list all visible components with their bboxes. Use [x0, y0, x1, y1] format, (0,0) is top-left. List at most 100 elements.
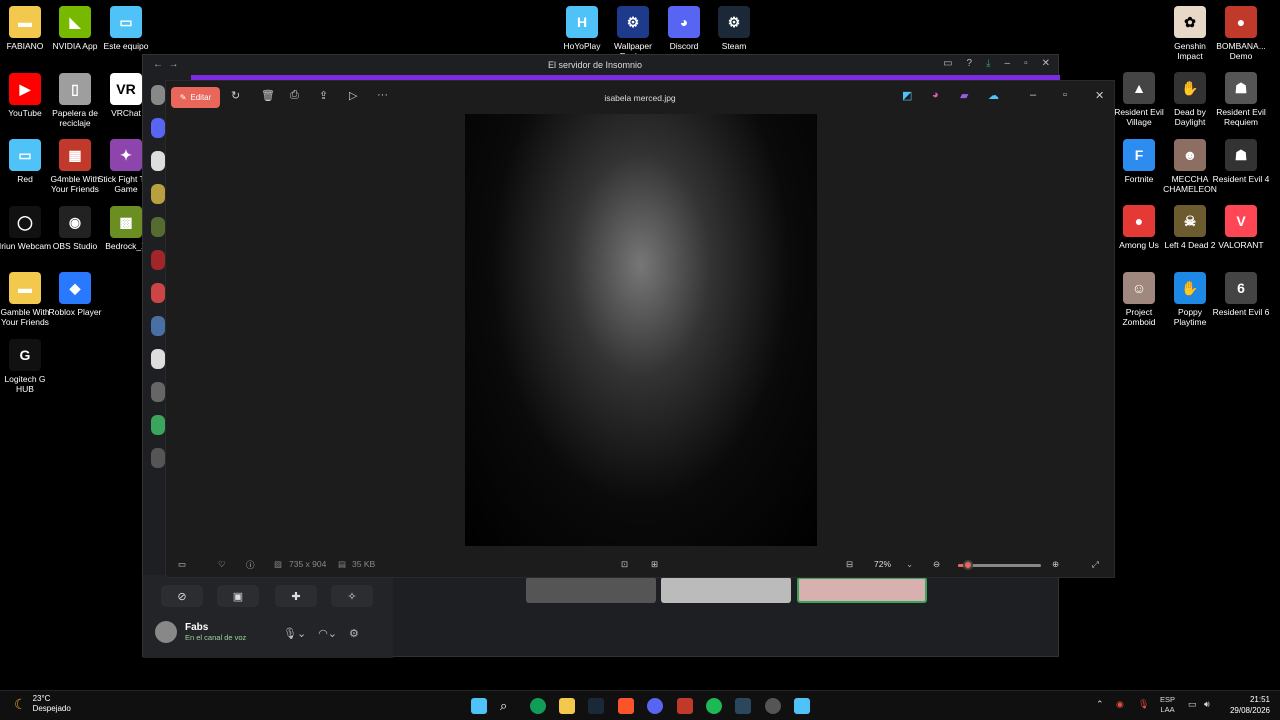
maximize-icon[interactable]: ▫	[1024, 58, 1028, 69]
app-icon: ✋	[1174, 72, 1206, 104]
desktop-icon[interactable]: ☗ Resident Evil Requiem	[1212, 72, 1270, 127]
desktop-icon[interactable]: ⚙ Steam	[705, 6, 763, 51]
screen-share-button[interactable]: ▣	[217, 585, 259, 607]
steam-icon[interactable]	[735, 698, 751, 714]
desktop-icon[interactable]: ◉ OBS Studio	[46, 205, 104, 251]
zoom-level[interactable]: 72%	[874, 559, 891, 569]
start-icon[interactable]	[471, 698, 487, 714]
file-size: 35 KB	[352, 559, 376, 569]
desktop-icon[interactable]: F Fortnite	[1110, 138, 1168, 184]
soundboard-button[interactable]: ✧	[331, 585, 373, 607]
desktop-icon[interactable]: ☺ Project Zomboid	[1110, 271, 1168, 327]
app-icon[interactable]	[677, 698, 693, 714]
desktop-icon[interactable]: ✋ Dead by Daylight	[1161, 72, 1219, 127]
close-icon[interactable]: ✕	[1095, 89, 1104, 102]
minimize-icon[interactable]: –	[1030, 89, 1036, 101]
desktop-icon[interactable]: ◣ NVIDIA App	[46, 6, 104, 51]
settings-gear-icon[interactable]: ⚙	[349, 627, 359, 640]
favorite-heart-icon[interactable]: ♡	[218, 559, 226, 570]
server-icon[interactable]	[151, 184, 165, 204]
clipchamp-icon[interactable]: ▰	[960, 89, 968, 102]
server-icon[interactable]	[151, 85, 165, 105]
discord-icon[interactable]	[647, 698, 663, 714]
server-icon[interactable]	[151, 448, 165, 468]
desktop-icon[interactable]: ▦ G4mble With Your Friends	[46, 139, 104, 194]
stream-thumbnail[interactable]	[797, 577, 927, 603]
desktop-icon[interactable]: G Logitech G HUB	[0, 338, 54, 394]
file-explorer-icon[interactable]	[559, 698, 575, 714]
desktop-icon[interactable]: 6 Resident Evil 6	[1212, 271, 1270, 317]
user-panel[interactable]: Fabs En el canal de voz	[155, 621, 246, 643]
fit-to-window-icon[interactable]: ⊟	[846, 559, 853, 570]
photos-icon[interactable]	[794, 698, 810, 714]
camera-off-button[interactable]: ⊘	[161, 585, 203, 607]
obs-icon[interactable]	[765, 698, 781, 714]
server-icon[interactable]	[151, 382, 165, 402]
chevron-up-icon[interactable]: ⌃	[1096, 699, 1104, 710]
server-icon[interactable]	[151, 217, 165, 237]
microphone-icon[interactable]: 🎙︎	[1138, 699, 1149, 710]
photos-statusbar: ▭ ♡ ⓘ ▨ 735 x 904 ▤ 35 KB ⊡ ⊞ ⊟ 72% ⌄ ⊖ …	[166, 551, 1114, 579]
volume-icon[interactable]: 🔊︎	[1204, 699, 1210, 710]
desktop-icon[interactable]: ☻ MECCHA CHAMELEON	[1161, 138, 1219, 194]
desktop-icon[interactable]: ◆ Roblox Player	[46, 272, 104, 317]
zoom-out-icon[interactable]: ⊖	[933, 559, 940, 570]
desktop-icon[interactable]: ▯ Papelera de reciclaje	[46, 72, 104, 128]
spotify-icon[interactable]	[706, 698, 722, 714]
info-icon[interactable]: ⓘ	[246, 559, 255, 571]
designer-icon[interactable]: ◩	[902, 89, 912, 102]
monitor-icon[interactable]: ▭	[1188, 699, 1197, 710]
headphones-icon[interactable]: ◠⌄	[318, 627, 337, 640]
tray-app-icon[interactable]: ◉	[1116, 699, 1124, 710]
maximize-icon[interactable]: ▫	[1063, 89, 1067, 101]
back-forward-icon[interactable]: ← →	[153, 59, 179, 70]
weather-widget[interactable]: ☾ 23°C Despejado	[14, 694, 71, 714]
desktop-icon[interactable]: ☠ Left 4 Dead 2	[1161, 205, 1219, 250]
help-icon[interactable]: ?	[967, 58, 973, 69]
activities-button[interactable]: ✚	[275, 585, 317, 607]
zoom-slider-knob[interactable]	[963, 560, 973, 570]
microphone-icon[interactable]: 🎙︎⌄	[283, 627, 306, 640]
server-icon[interactable]	[151, 118, 165, 138]
select-icon[interactable]: ⊞	[651, 559, 658, 570]
zoom-dropdown-icon[interactable]: ⌄	[906, 559, 913, 570]
copilot-icon[interactable]: ◕	[932, 89, 939, 101]
brave-icon[interactable]	[618, 698, 634, 714]
server-icon[interactable]	[151, 283, 165, 303]
server-icon[interactable]	[151, 250, 165, 270]
desktop-icon[interactable]: ✋ Poppy Playtime	[1161, 271, 1219, 327]
desktop-icon[interactable]: ▭ Este equipo	[97, 6, 155, 51]
filmstrip-icon[interactable]: ▭	[178, 559, 186, 570]
desktop-icon[interactable]: H HoYoPlay	[553, 6, 611, 51]
stream-thumbnail[interactable]	[661, 577, 791, 603]
server-icon[interactable]	[151, 316, 165, 336]
app-icon: F	[1123, 138, 1155, 171]
app-icon: ▦	[59, 139, 91, 171]
download-icon[interactable]: ⤓	[986, 58, 990, 69]
fullscreen-icon[interactable]: ⤢	[1092, 559, 1099, 570]
search-icon[interactable]: ⌕	[500, 698, 516, 714]
edge-icon[interactable]	[530, 698, 546, 714]
server-icon[interactable]	[151, 415, 165, 435]
clock[interactable]: 21:51 29/08/2026	[1230, 694, 1270, 716]
desktop-icon[interactable]: ⚙Wallpaper Engine	[604, 6, 662, 61]
onedrive-icon[interactable]: ☁	[988, 89, 999, 102]
steam-icon[interactable]	[588, 698, 604, 714]
desktop-icon[interactable]: ▲ Resident Evil Village	[1110, 72, 1168, 127]
desktop-icon[interactable]: ✿ Genshin Impact	[1161, 6, 1219, 61]
zoom-in-icon[interactable]: ⊕	[1052, 559, 1059, 570]
close-icon[interactable]: ✕	[1042, 58, 1050, 69]
minimize-icon[interactable]: –	[1005, 58, 1011, 69]
desktop-icon[interactable]: V VALORANT	[1212, 205, 1270, 250]
app-icon: ▲	[1123, 72, 1155, 104]
language-indicator[interactable]: ESP LAA	[1160, 695, 1175, 715]
desktop-icon[interactable]: ● Among Us	[1110, 205, 1168, 250]
desktop-icon[interactable]: ☗ Resident Evil 4	[1212, 138, 1270, 184]
server-icon[interactable]	[151, 151, 165, 171]
dimensions-icon: ▨	[274, 559, 283, 569]
inbox-icon[interactable]: ▭	[943, 58, 952, 69]
desktop-icon[interactable]: ● BOMBANA... Demo	[1212, 6, 1270, 61]
stream-thumbnail[interactable]	[526, 577, 656, 603]
crop-icon[interactable]: ⊡	[621, 559, 628, 570]
server-icon[interactable]	[151, 349, 165, 369]
